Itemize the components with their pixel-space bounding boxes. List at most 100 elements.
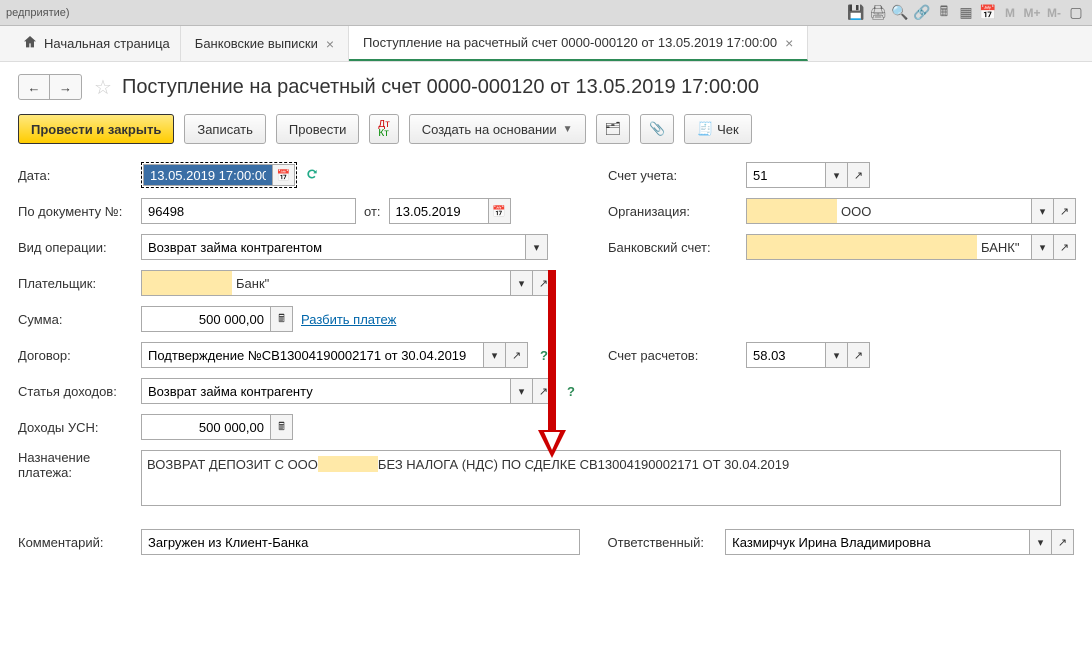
dropdown-icon[interactable]: ▾ (511, 378, 533, 404)
split-payment-link[interactable]: Разбить платеж (301, 312, 396, 327)
post-button[interactable]: Провести (276, 114, 360, 144)
comment-input[interactable] (141, 529, 580, 555)
save-button[interactable]: Записать (184, 114, 266, 144)
grid-icon[interactable]: ▦ (956, 4, 976, 22)
settle-account-input[interactable] (746, 342, 826, 368)
open-icon[interactable]: ↗ (848, 342, 870, 368)
usn-income-field[interactable]: 🖩 (141, 414, 293, 440)
m-plus-button[interactable]: M+ (1022, 4, 1042, 22)
contract-input[interactable] (141, 342, 484, 368)
close-icon[interactable]: × (326, 36, 334, 52)
m-button[interactable]: M (1000, 4, 1020, 22)
calc-icon[interactable]: 🖩 (934, 4, 954, 22)
open-icon[interactable]: ↗ (1054, 234, 1076, 260)
doc-no-input[interactable] (141, 198, 356, 224)
usn-income-input[interactable] (141, 414, 271, 440)
system-topbar: редприятие) 💾 🖨 🔍 🔗 🖩 ▦ 📅 M M+ M- ▢ (0, 0, 1092, 26)
tab-home[interactable]: Начальная страница (12, 26, 181, 61)
help-icon[interactable]: ? (540, 348, 548, 363)
dropdown-icon[interactable]: ▾ (484, 342, 506, 368)
open-icon[interactable]: ↗ (533, 270, 555, 296)
tab-label: Банковские выписки (195, 36, 318, 51)
income-item-input[interactable] (141, 378, 511, 404)
post-and-close-button[interactable]: Провести и закрыть (18, 114, 174, 144)
label-usn-income: Доходы УСН: (18, 420, 133, 435)
amount-input[interactable] (141, 306, 271, 332)
label-payer: Плательщик: (18, 276, 133, 291)
dropdown-icon[interactable]: ▾ (1032, 198, 1054, 224)
label-purpose: Назначение платежа: (18, 450, 133, 480)
tab-home-label: Начальная страница (44, 36, 170, 51)
open-icon[interactable]: ↗ (1052, 529, 1074, 555)
date-input[interactable] (143, 164, 273, 186)
help-icon[interactable]: ? (567, 384, 575, 399)
open-icon[interactable]: ↗ (1054, 198, 1076, 224)
org-field[interactable]: ООО ▾ ↗ (746, 198, 1076, 224)
op-type-input[interactable] (141, 234, 526, 260)
doc-no-field[interactable] (141, 198, 356, 224)
favorite-star-icon[interactable]: ☆ (94, 75, 112, 100)
calendar-picker-icon[interactable]: 📅 (489, 198, 511, 224)
doc-date-input[interactable] (389, 198, 489, 224)
income-item-field[interactable]: ▾ ↗ (141, 378, 555, 404)
page-title: Поступление на расчетный счет 0000-00012… (122, 76, 759, 99)
create-based-on-button[interactable]: Создать на основании▼ (409, 114, 586, 144)
dropdown-icon[interactable]: ▾ (1032, 234, 1054, 260)
responsible-input[interactable] (725, 529, 1030, 555)
account-input[interactable] (746, 162, 826, 188)
nav-back-button[interactable]: ← (18, 74, 50, 100)
refresh-icon[interactable] (305, 167, 319, 184)
dtkt-button[interactable]: ДтКт (369, 114, 398, 144)
amount-field[interactable]: 🖩 (141, 306, 293, 332)
calc-icon[interactable]: 🖩 (271, 306, 293, 332)
check-button[interactable]: 🧾 Чек (684, 114, 751, 144)
receipt-icon: 🧾 (697, 121, 713, 137)
dropdown-icon[interactable]: ▾ (1030, 529, 1052, 555)
label-op-type: Вид операции: (18, 240, 133, 255)
nav-forward-button[interactable]: → (50, 74, 82, 100)
payer-field[interactable]: Банк" ▾ ↗ (141, 270, 555, 296)
close-icon[interactable]: × (785, 35, 793, 51)
structure-button[interactable]: 🗂 (596, 114, 631, 144)
open-icon[interactable]: ↗ (533, 378, 555, 404)
tab-current-document[interactable]: Поступление на расчетный счет 0000-00012… (349, 26, 808, 61)
open-icon[interactable]: ↗ (848, 162, 870, 188)
save-icon[interactable]: 💾 (846, 4, 866, 22)
link-icon[interactable]: 🔗 (912, 4, 932, 22)
attach-button[interactable]: 📎 (640, 114, 674, 144)
dropdown-icon[interactable]: ▾ (526, 234, 548, 260)
comment-field[interactable] (141, 529, 580, 555)
contract-field[interactable]: ▾ ↗ (141, 342, 528, 368)
label-from: от: (364, 204, 381, 219)
purpose-textarea[interactable] (141, 450, 1061, 506)
dropdown-icon[interactable]: ▾ (826, 342, 848, 368)
tabs-bar: Начальная страница Банковские выписки × … (0, 26, 1092, 62)
op-type-field[interactable]: ▾ (141, 234, 548, 260)
calendar-icon[interactable]: 📅 (978, 4, 998, 22)
date-field[interactable]: 📅 (141, 162, 297, 188)
search-icon[interactable]: 🔍 (890, 4, 910, 22)
topbar-tools: 💾 🖨 🔍 🔗 🖩 ▦ 📅 M M+ M- ▢ (846, 4, 1086, 22)
responsible-field[interactable]: ▾ ↗ (725, 529, 1074, 555)
print-icon[interactable]: 🖨 (868, 4, 888, 22)
label-date: Дата: (18, 168, 133, 183)
settle-account-field[interactable]: ▾ ↗ (746, 342, 870, 368)
masked-bank (747, 235, 977, 259)
minimize-icon[interactable]: ▢ (1066, 4, 1086, 22)
doc-date-field[interactable]: 📅 (389, 198, 511, 224)
label-contract: Договор: (18, 348, 133, 363)
m-minus-button[interactable]: M- (1044, 4, 1064, 22)
document-content: ← → ☆ Поступление на расчетный счет 0000… (0, 62, 1092, 655)
account-field[interactable]: ▾ ↗ (746, 162, 870, 188)
open-icon[interactable]: ↗ (506, 342, 528, 368)
dropdown-icon[interactable]: ▾ (826, 162, 848, 188)
label-by-doc: По документу №: (18, 204, 133, 219)
tab-bank-statements[interactable]: Банковские выписки × (181, 26, 349, 61)
label-comment: Комментарий: (18, 535, 133, 550)
bank-account-field[interactable]: БАНК" ▾ ↗ (746, 234, 1076, 260)
calendar-picker-icon[interactable]: 📅 (273, 164, 295, 186)
dropdown-icon[interactable]: ▾ (511, 270, 533, 296)
home-icon (22, 34, 38, 53)
masked-payer (142, 271, 232, 295)
calc-icon[interactable]: 🖩 (271, 414, 293, 440)
